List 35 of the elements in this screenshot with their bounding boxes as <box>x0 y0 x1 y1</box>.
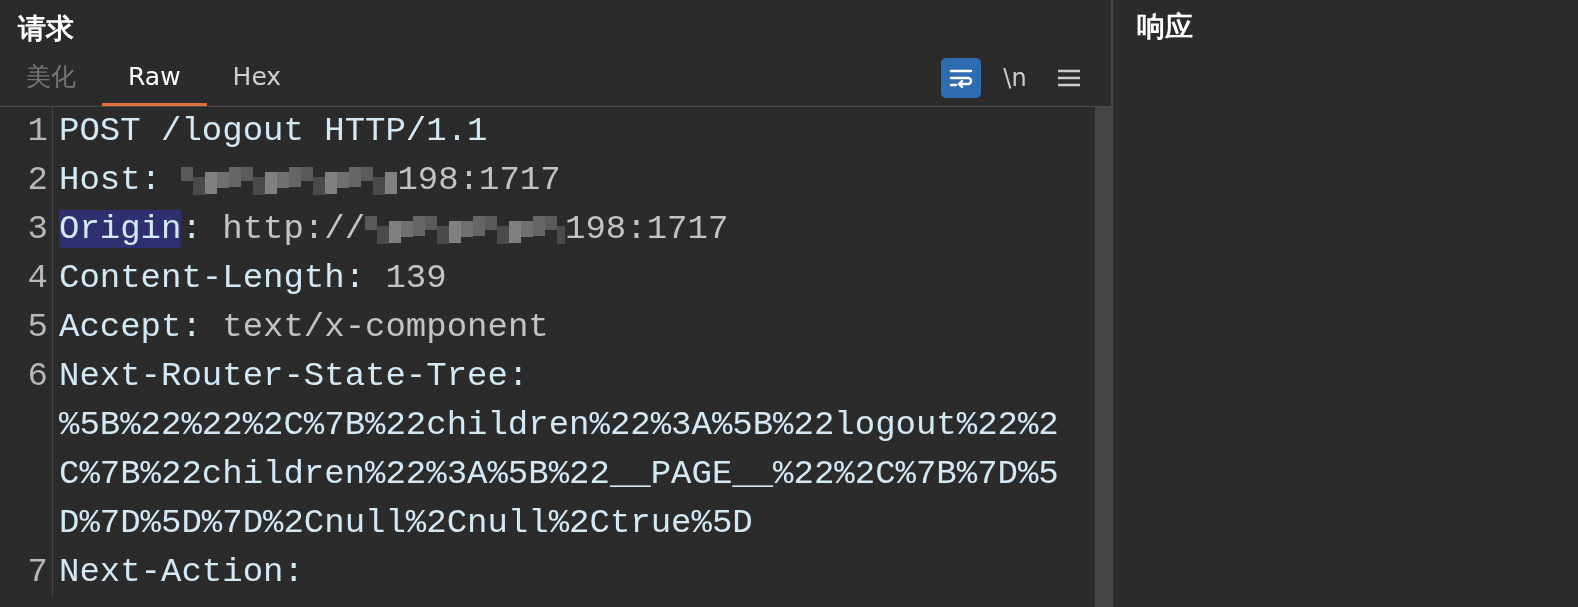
header-value: 198:1717 <box>565 210 729 248</box>
separator: : <box>181 210 202 248</box>
line-number: 5 <box>0 303 53 352</box>
header-name: Origin <box>59 210 182 248</box>
header-value: 139 <box>385 259 447 297</box>
header-value: %5B%22%22%2C%7B%22children%22%3A%5B%22logout%22%2C%7B%22children%22%3A%5B%22__PAGE__%22%2C%7B%7D%5D%7D%5D%7D%2Cnull%2Cnull%2Ctrue%5D <box>59 405 1060 544</box>
header-name: POST /logout HTTP/1.1 <box>59 112 488 150</box>
line-number: 1 <box>0 107 53 156</box>
panel-title: 响应 <box>1137 9 1194 45</box>
newline-toggle[interactable]: \n <box>995 58 1035 98</box>
scrollbar[interactable] <box>1095 107 1111 607</box>
header-name: Next-Action <box>59 553 284 591</box>
header-name: Accept <box>59 308 182 346</box>
separator: : <box>181 308 202 346</box>
line-number: 3 <box>0 205 53 254</box>
menu-icon <box>1058 69 1080 87</box>
line-number: 7 <box>0 548 53 597</box>
tab[interactable]: Raw <box>102 50 207 106</box>
header-value: 198:1717 <box>397 161 561 199</box>
panel-title: 请求 <box>16 11 75 47</box>
wrap-icon <box>948 67 974 89</box>
separator: : <box>344 259 366 297</box>
header-value: http:// <box>222 210 366 248</box>
separator: : <box>283 553 304 591</box>
header-name: Host <box>59 161 141 199</box>
separator: : <box>140 161 162 199</box>
header-name: Next-Router-State-Tree <box>59 357 508 395</box>
line-number: 4 <box>0 254 53 303</box>
line-number: 2 <box>0 156 53 205</box>
separator: : <box>507 357 529 395</box>
header-value: text/x-component <box>222 308 549 346</box>
header-name: Content-Length <box>59 259 345 297</box>
tab[interactable]: Hex <box>206 50 308 106</box>
line-number: 6 <box>0 352 53 548</box>
word-wrap-button[interactable] <box>941 58 981 98</box>
